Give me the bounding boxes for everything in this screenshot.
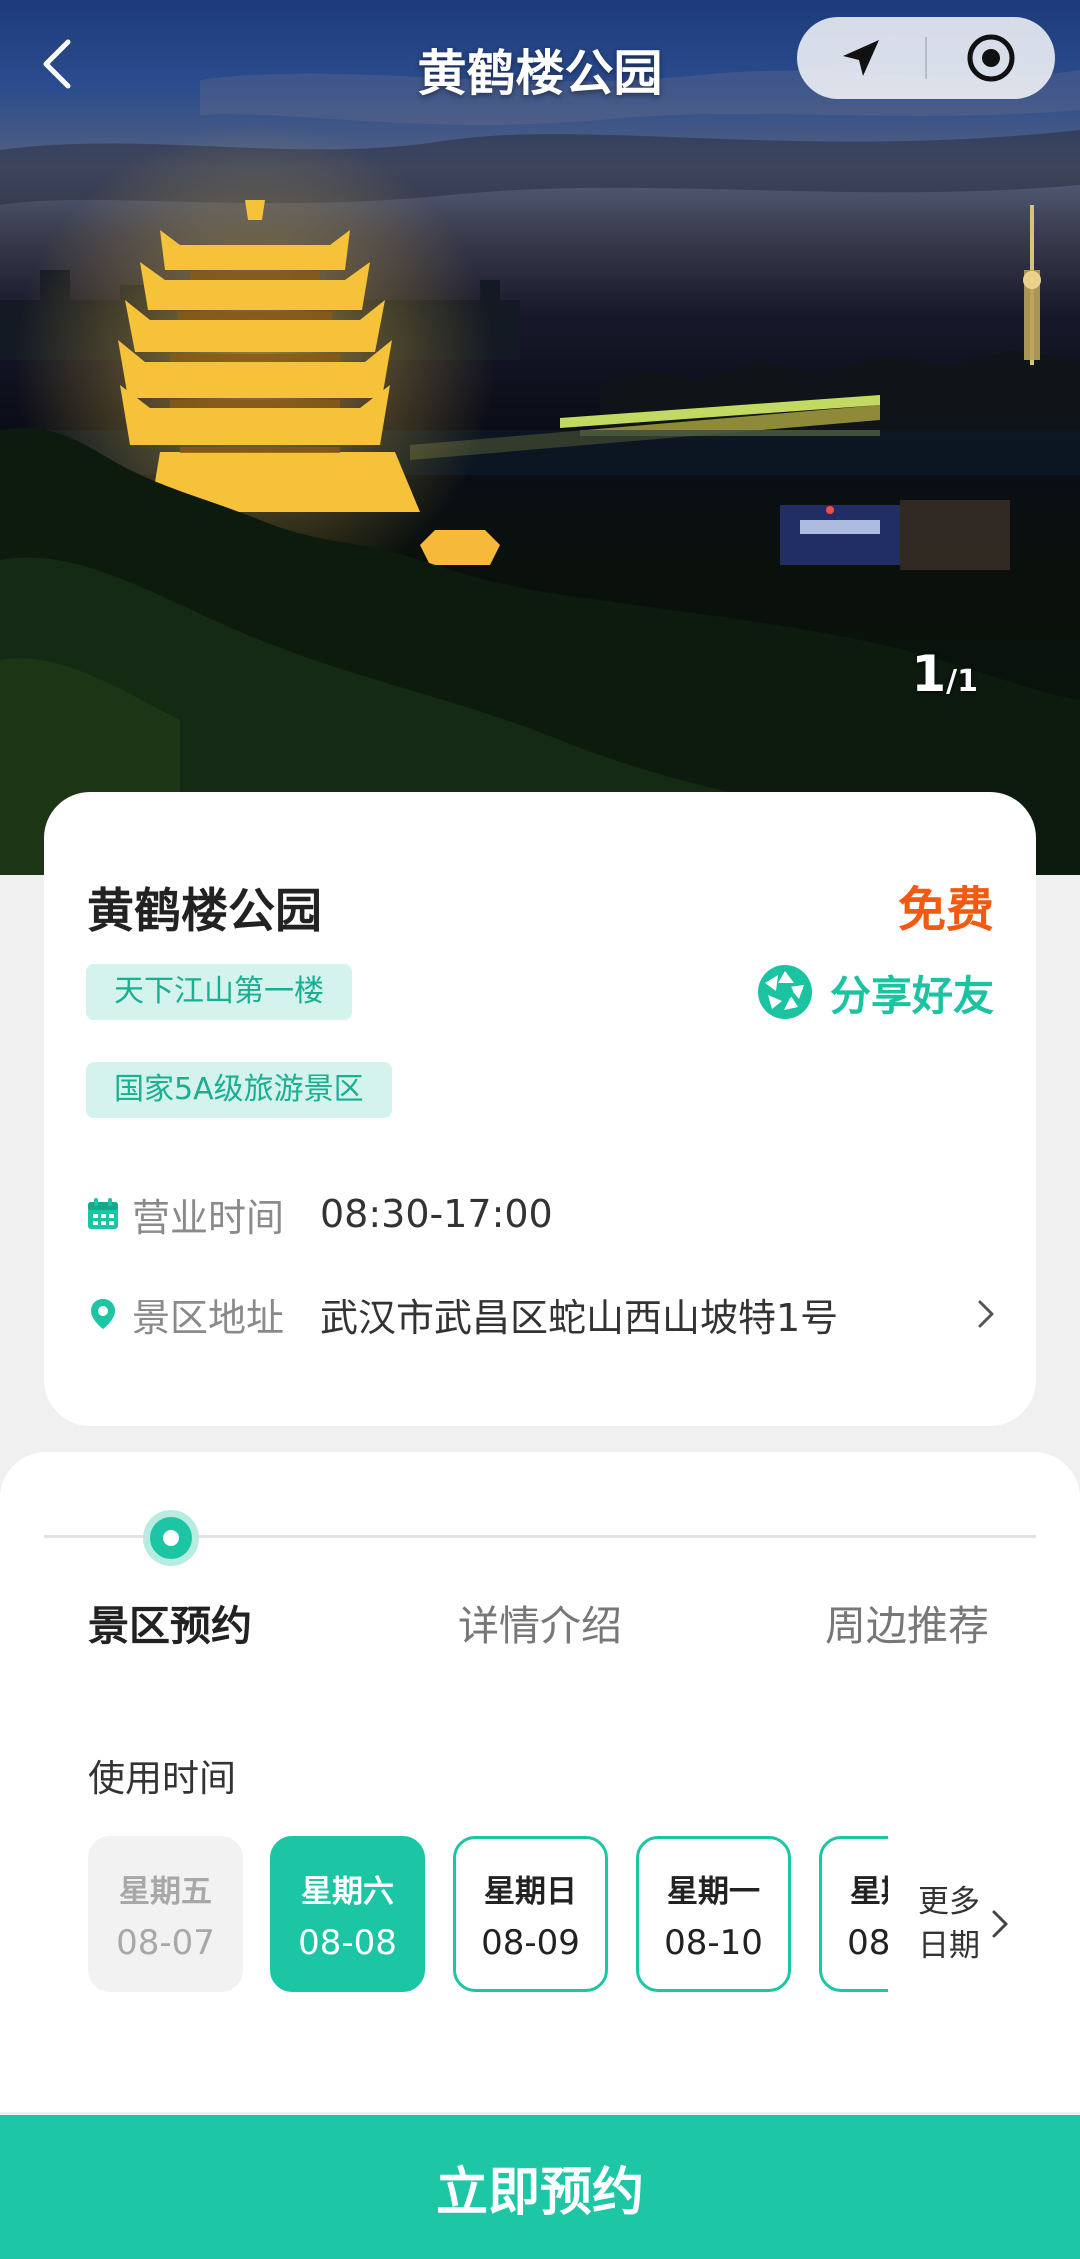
share-label: 分享好友 <box>830 972 994 1020</box>
date-weekday: 星期一 <box>667 1873 760 1910</box>
park-name: 黄鹤楼公园 <box>87 884 322 939</box>
hours-value: 08:30-17:00 <box>320 1192 553 1236</box>
chevron-right-icon <box>978 1300 994 1328</box>
location-button[interactable] <box>797 17 925 99</box>
pager-current: 1 <box>911 645 947 703</box>
aperture-share-icon <box>758 965 812 1019</box>
more-dates-label: 更多 日期 <box>918 1880 990 1968</box>
hours-label: 营业时间 <box>132 1195 285 1240</box>
chevron-right-icon <box>992 1910 1008 1938</box>
date-weekday: 星期六 <box>301 1873 394 1910</box>
more-dates-button[interactable]: 更多 日期 <box>918 1880 1028 1968</box>
record-circle-icon <box>967 34 1015 82</box>
share-button[interactable]: 分享好友 <box>756 960 994 1024</box>
date-option-disabled[interactable]: 星期五 08-07 <box>88 1836 243 1992</box>
tag-badge: 天下江山第一楼 <box>86 964 352 1020</box>
mini-program-capsule <box>797 17 1055 99</box>
date-weekday: 星期五 <box>119 1873 212 1910</box>
date-value: 08-08 <box>298 1922 397 1963</box>
date-value: 08-10 <box>664 1922 763 1963</box>
tab-booking[interactable]: 景区预约 <box>88 1592 252 1652</box>
date-value: 08-11 <box>847 1922 888 1963</box>
calendar-icon <box>88 1198 118 1229</box>
booking-panel: 景区预约 详情介绍 周边推荐 使用时间 星期五 08-07 星期六 08-08 … <box>0 1452 1080 2112</box>
location-pin-icon <box>91 1299 115 1329</box>
date-value: 08-09 <box>481 1922 580 1963</box>
image-pager: 1/1 <box>911 645 978 703</box>
active-tab-indicator <box>143 1510 199 1566</box>
date-option[interactable]: 星期二 08-11 <box>819 1836 888 1992</box>
use-time-label: 使用时间 <box>88 1757 236 1800</box>
date-weekday: 星期二 <box>850 1873 888 1910</box>
close-miniprogram-button[interactable] <box>927 17 1055 99</box>
indicator-dot <box>157 1524 185 1552</box>
date-option[interactable]: 星期一 08-10 <box>636 1836 791 1992</box>
tab-details[interactable]: 详情介绍 <box>458 1592 622 1652</box>
address-value: 武汉市武昌区蛇山西山坡特1号 <box>320 1295 839 1340</box>
date-option-selected[interactable]: 星期六 08-08 <box>270 1836 425 1992</box>
tag-badge: 国家5A级旅游景区 <box>86 1062 392 1118</box>
date-weekday: 星期日 <box>484 1873 577 1910</box>
more-dates-line1: 更多 <box>918 1884 980 1920</box>
date-option[interactable]: 星期日 08-09 <box>453 1836 608 1992</box>
date-selector: 星期五 08-07 星期六 08-08 星期日 08-09 星期一 08-10 … <box>88 1836 888 1994</box>
pager-total: /1 <box>946 664 978 699</box>
hero-banner[interactable]: 黄鹤楼公园 1/1 <box>0 0 1080 875</box>
scenic-info-card: 黄鹤楼公园 免费 天下江山第一楼 国家5A级旅游景区 分享好友 营业时间 08:… <box>44 792 1036 1426</box>
book-now-button[interactable]: 立即预约 <box>0 2115 1080 2259</box>
tab-nearby[interactable]: 周边推荐 <box>825 1592 989 1652</box>
business-hours-row: 营业时间 08:30-17:00 <box>86 1184 996 1244</box>
more-dates-line2: 日期 <box>918 1928 980 1964</box>
price-label: 免费 <box>897 882 994 938</box>
address-row[interactable]: 景区地址 武汉市武昌区蛇山西山坡特1号 <box>86 1284 996 1344</box>
date-value: 08-07 <box>116 1922 215 1963</box>
location-arrow-icon <box>843 40 879 76</box>
hero-photo <box>0 70 1080 875</box>
address-label: 景区地址 <box>132 1295 285 1340</box>
